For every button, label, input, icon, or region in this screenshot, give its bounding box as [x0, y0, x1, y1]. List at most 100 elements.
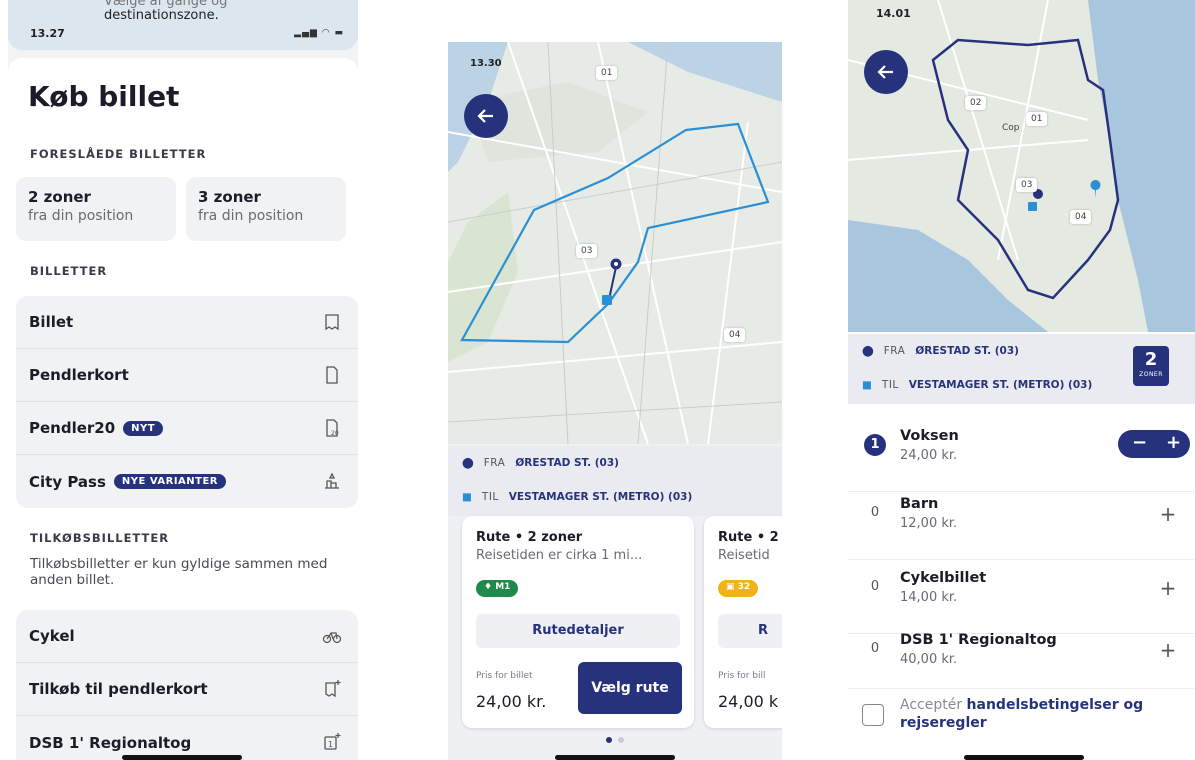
pager-dots — [603, 728, 627, 747]
route-select-screen: 01 03 04 13.30 ⬤ FRA ØRESTAD ST. (03) ■ … — [448, 42, 782, 760]
ticket-label: Pendler20 — [29, 419, 116, 437]
route-details-button[interactable]: R — [718, 614, 782, 648]
addon-item-pendlerkort[interactable]: Tilkøb til pendlerkort — [16, 663, 358, 716]
addon-item-cykel[interactable]: Cykel — [16, 610, 358, 663]
ticket-item-pendlerkort[interactable]: Pendlerkort — [16, 349, 358, 402]
zone-word: ZONER — [1139, 371, 1163, 378]
zone-label: 01 — [1026, 112, 1048, 126]
passenger-type: Barn — [900, 496, 939, 512]
passenger-type: DSB 1' Regionaltog — [900, 632, 1057, 648]
arrow-left-icon — [477, 109, 493, 123]
add-button[interactable]: + — [1157, 504, 1179, 526]
passenger-price: 24,00 kr. — [900, 448, 958, 463]
strip-text-line1: Vælge af gange og — [104, 0, 228, 8]
addon-label: Tilkøb til pendlerkort — [29, 680, 208, 698]
addon-label: DSB 1' Regionaltog — [29, 733, 192, 752]
price-value: 24,00 kr. — [476, 692, 547, 711]
price-value: 24,00 k — [718, 692, 779, 711]
to-station: VESTAMAGER ST. (METRO) (03) — [908, 379, 1093, 391]
map-graphic — [848, 0, 1195, 332]
pager-dot — [618, 737, 624, 743]
passenger-count: 1 — [864, 434, 886, 456]
accept-text: Acceptér — [900, 697, 963, 713]
back-button[interactable] — [464, 94, 508, 138]
svg-text:1: 1 — [328, 740, 333, 749]
status-time: 13.27 — [30, 27, 65, 40]
suggested-sub: fra din position — [28, 208, 134, 224]
passenger-count: 0 — [870, 641, 880, 656]
passenger-row-child: 0 Barn 12,00 kr. + — [848, 492, 1195, 560]
to-station: VESTAMAGER ST. (METRO) (03) — [508, 491, 693, 503]
back-button[interactable] — [864, 50, 908, 94]
suggested-sub: fra din position — [198, 208, 304, 224]
add-button[interactable]: + — [1157, 578, 1179, 600]
arrow-left-icon — [877, 65, 893, 79]
citypass-icon — [325, 472, 339, 489]
quantity-stepper[interactable]: − + — [1118, 430, 1190, 458]
ticket-label: City Pass — [29, 472, 106, 491]
to-line: ■ TIL VESTAMAGER ST. (METRO) (03) — [462, 491, 693, 503]
ticket-label: Pendlerkort — [29, 366, 129, 384]
bicycle-icon — [322, 632, 342, 644]
choose-route-button[interactable]: Vælg rute — [578, 662, 682, 714]
addon-description: Tilkøbsbilletter er kun gyldige sammen m… — [30, 556, 328, 588]
zone-label: 03 — [1016, 178, 1038, 192]
add-ticket-icon: 1 — [324, 733, 341, 750]
passenger-count: 0 — [870, 579, 880, 594]
route-card[interactable]: Rute • 2 zoner Reisetiden er cirka 1 mi.… — [462, 516, 694, 728]
page-title: Køb billet — [28, 80, 180, 113]
addon-item-dsb[interactable]: DSB 1' Regionaltog 1 — [16, 716, 358, 760]
addon-header: TILKØBSBILLETTER — [30, 531, 170, 545]
status-icons: ▂▄▆ ◠ ▬ — [294, 28, 344, 38]
zone-map[interactable]: 02 01 Cop 03 04 14.01 — [848, 0, 1195, 332]
increment-button[interactable]: + — [1166, 432, 1181, 453]
ticket-20-icon: 20 — [326, 419, 339, 437]
variants-badge: NYE VARIANTER — [113, 474, 226, 489]
passenger-row-dsb: 0 DSB 1' Regionaltog 40,00 kr. + — [848, 628, 1195, 696]
add-card-icon — [325, 680, 341, 698]
from-station: ØRESTAD ST. (03) — [515, 457, 619, 469]
route-details-button[interactable]: Rutedetaljer — [476, 614, 680, 648]
suggested-title: 2 zoner — [28, 188, 91, 206]
suggested-ticket-2-zones[interactable]: 2 zoner fra din position — [16, 177, 176, 241]
pager-dot-active — [606, 737, 612, 743]
decrement-button[interactable]: − — [1132, 432, 1147, 453]
ticket-item-pendler20[interactable]: Pendler20 NYT 20 — [16, 402, 358, 455]
status-time: 14.01 — [876, 7, 911, 20]
zone-label: 04 — [724, 328, 746, 342]
card-icon — [326, 366, 338, 384]
suggested-header: FORESLÅEDE BILLETTER — [30, 147, 207, 161]
route-title: Rute • 2 zoner — [476, 530, 583, 545]
passenger-type: Voksen — [900, 428, 959, 444]
ticket-item-city-pass[interactable]: City Pass NYE VARIANTER — [16, 455, 358, 508]
zone-label: 04 — [1070, 210, 1092, 224]
passenger-count: 0 — [870, 505, 880, 520]
suggested-title: 3 zoner — [198, 188, 261, 206]
buy-ticket-screen: Vælge af gange og destinationszone. 13.2… — [8, 0, 358, 760]
route-title: Rute • 2 — [718, 530, 779, 545]
home-indicator — [555, 755, 675, 760]
passenger-price: 40,00 kr. — [900, 652, 958, 667]
accept-checkbox[interactable] — [862, 704, 884, 726]
add-button[interactable]: + — [1157, 640, 1179, 662]
metro-line-pill: ♦ M1 — [476, 580, 519, 597]
route-duration: Reisetiden er cirka 1 mi... — [476, 548, 643, 563]
ticket-item-billet[interactable]: Billet — [16, 296, 358, 349]
passenger-row-adult: 1 Voksen 24,00 kr. − + — [848, 424, 1195, 492]
status-time: 13.30 — [470, 58, 502, 69]
ticket-label: Billet — [29, 313, 74, 331]
ticket-icon — [325, 314, 339, 331]
bus-line-pill: ▣ 32 — [718, 580, 759, 597]
passenger-price: 14,00 kr. — [900, 590, 958, 605]
strip-text-line2: destinationszone. — [104, 8, 219, 23]
suggested-ticket-3-zones[interactable]: 3 zoner fra din position — [186, 177, 346, 241]
square-pin-icon: ■ — [862, 379, 872, 391]
tickets-list: Billet Pendlerkort Pendler20 NYT 20 City… — [16, 296, 358, 508]
route-card-next[interactable]: Rute • 2 Reisetid ▣ 32 R Pris for bill 2… — [704, 516, 782, 728]
pin-icon: ⬤ — [862, 345, 874, 357]
passengers-screen: 02 01 Cop 03 04 14.01 ⬤ FRA ØRESTAD ST. … — [848, 0, 1195, 760]
pin-icon: ⬤ — [462, 457, 474, 469]
price-label: Pris for bill — [718, 671, 766, 681]
zone-label: 02 — [965, 96, 987, 110]
route-duration: Reisetid — [718, 548, 770, 563]
